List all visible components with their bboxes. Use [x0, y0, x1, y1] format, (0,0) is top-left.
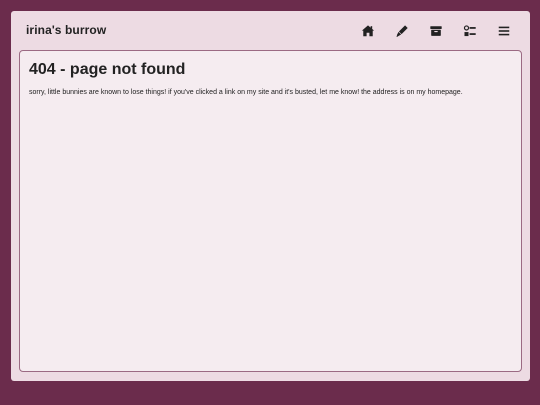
main-content-panel: 404 - page not found sorry, little bunni… [19, 50, 522, 372]
pen-icon[interactable] [395, 24, 409, 38]
home-icon[interactable] [361, 24, 375, 38]
error-message: sorry, little bunnies are known to lose … [29, 89, 463, 96]
menu-icon[interactable] [497, 24, 511, 38]
site-title-link[interactable]: irina's burrow [26, 23, 106, 37]
browser-window: irina's burrow 404 - page not found sorr… [11, 11, 530, 381]
list-checks-icon[interactable] [463, 24, 477, 38]
site-header: irina's burrow [11, 11, 530, 51]
page-title: 404 - page not found [29, 61, 186, 78]
archive-icon[interactable] [429, 24, 443, 38]
